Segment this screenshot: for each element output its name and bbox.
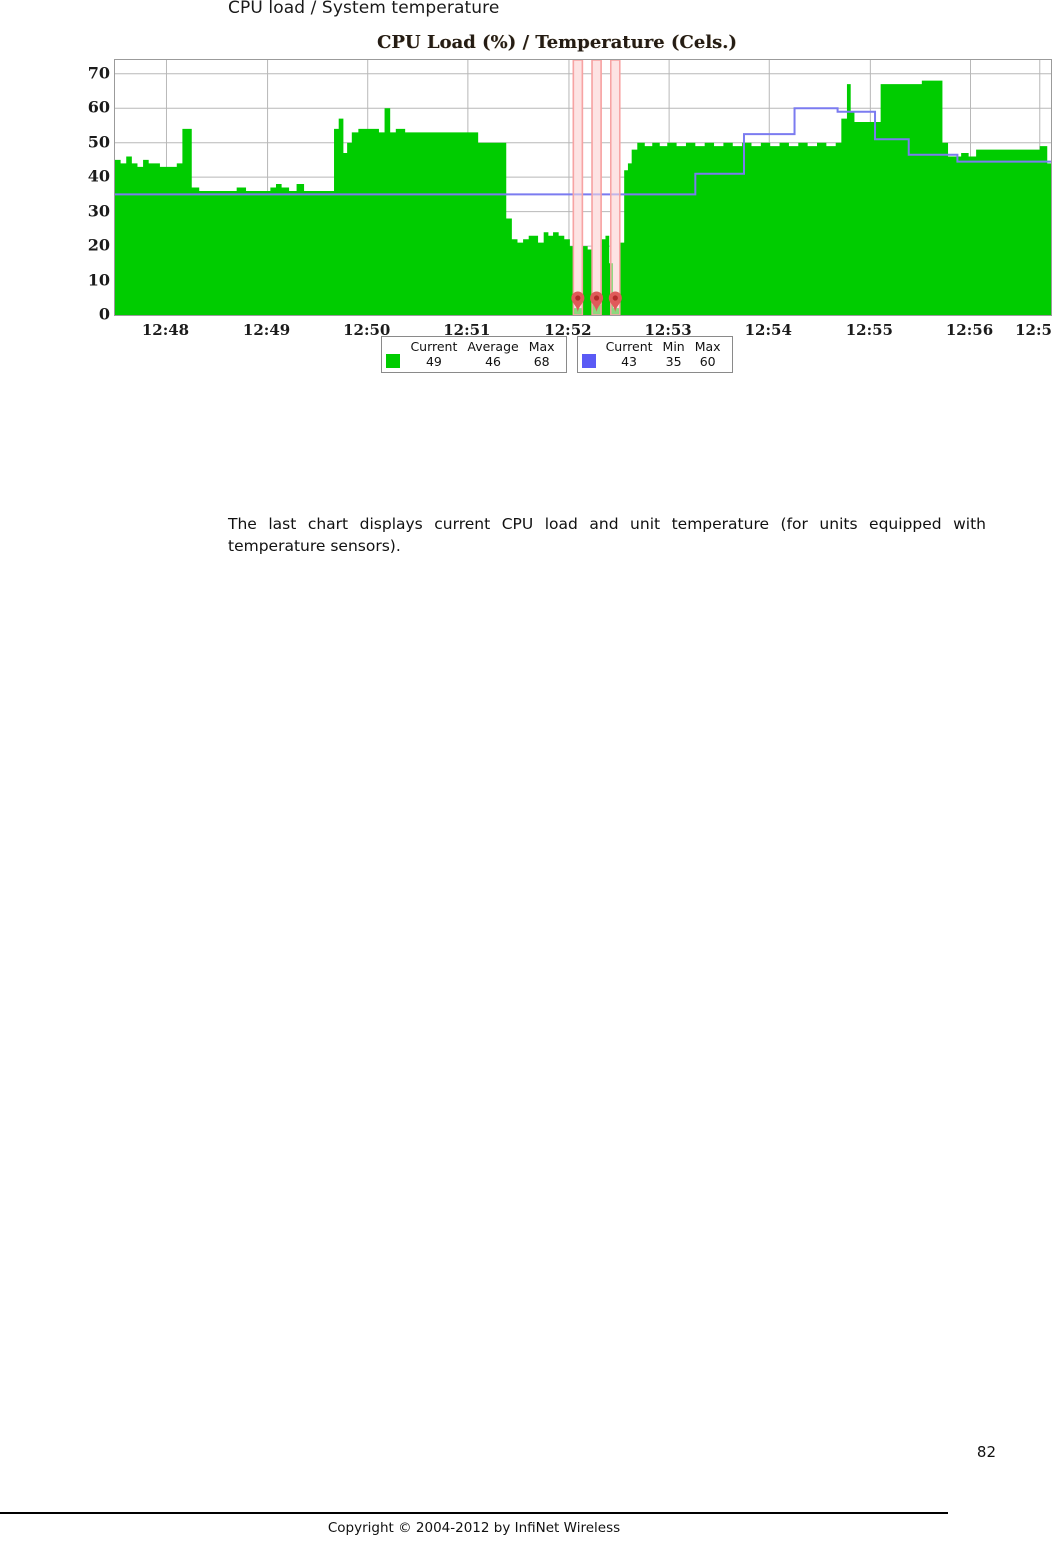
chart-title: CPU Load (%) / Temperature (Cels.) [377,32,737,53]
legend-swatch-temperature [581,354,596,368]
legend-cpu-load: Current Average Max 49 46 68 [381,336,567,373]
legend-header-current: Current [410,339,458,354]
legend-value-current: 49 [425,354,442,369]
cpu-load-temperature-chart: CPU Load (%) / Temperature (Cels.) 0 10 20… [62,30,1053,385]
legend-table-temperature: Current Min Max 43 35 60 [601,339,726,369]
y-axis: 0 10 20 30 40 50 60 70 [62,59,110,323]
legend-value-max: 68 [533,354,550,369]
legend-value-min: 35 [665,354,682,369]
legend-value-current: 43 [621,354,637,369]
page-title: CPU load / System temperature [228,0,500,18]
legend-value-average: 46 [485,354,502,369]
legend-header-average: Average [467,339,519,354]
y-axis-tick-10: 10 [87,270,110,290]
legend-swatch-cpu-load [386,354,401,368]
page-number: 82 [976,1443,996,1461]
footer-divider [0,1512,948,1514]
legend-header-max: Max [528,339,555,354]
legend-header-min: Min [662,339,685,354]
chart-legend: Current Average Max 49 46 68 Current Min… [62,336,1052,373]
legend-value-max: 60 [699,354,716,369]
footer-copyright: Copyright © 2004-2012 by InfiNet Wireles… [327,1520,621,1536]
y-axis-tick-60: 60 [87,97,110,117]
legend-temperature: Current Min Max 43 35 60 [576,336,733,373]
y-axis-tick-70: 70 [87,63,110,83]
legend-table-cpu-load: Current Average Max 49 46 68 [405,339,559,369]
y-axis-tick-0: 0 [98,304,110,324]
y-axis-tick-30: 30 [87,201,110,221]
body-paragraph: The last chart displays current CPU load… [228,514,986,555]
chart-canvas [115,60,1051,315]
legend-header-current: Current [605,339,653,354]
plot-area [114,59,1052,316]
y-axis-tick-20: 20 [87,235,110,255]
legend-header-max: Max [694,339,721,354]
y-axis-tick-50: 50 [87,132,110,152]
y-axis-tick-40: 40 [87,166,110,186]
